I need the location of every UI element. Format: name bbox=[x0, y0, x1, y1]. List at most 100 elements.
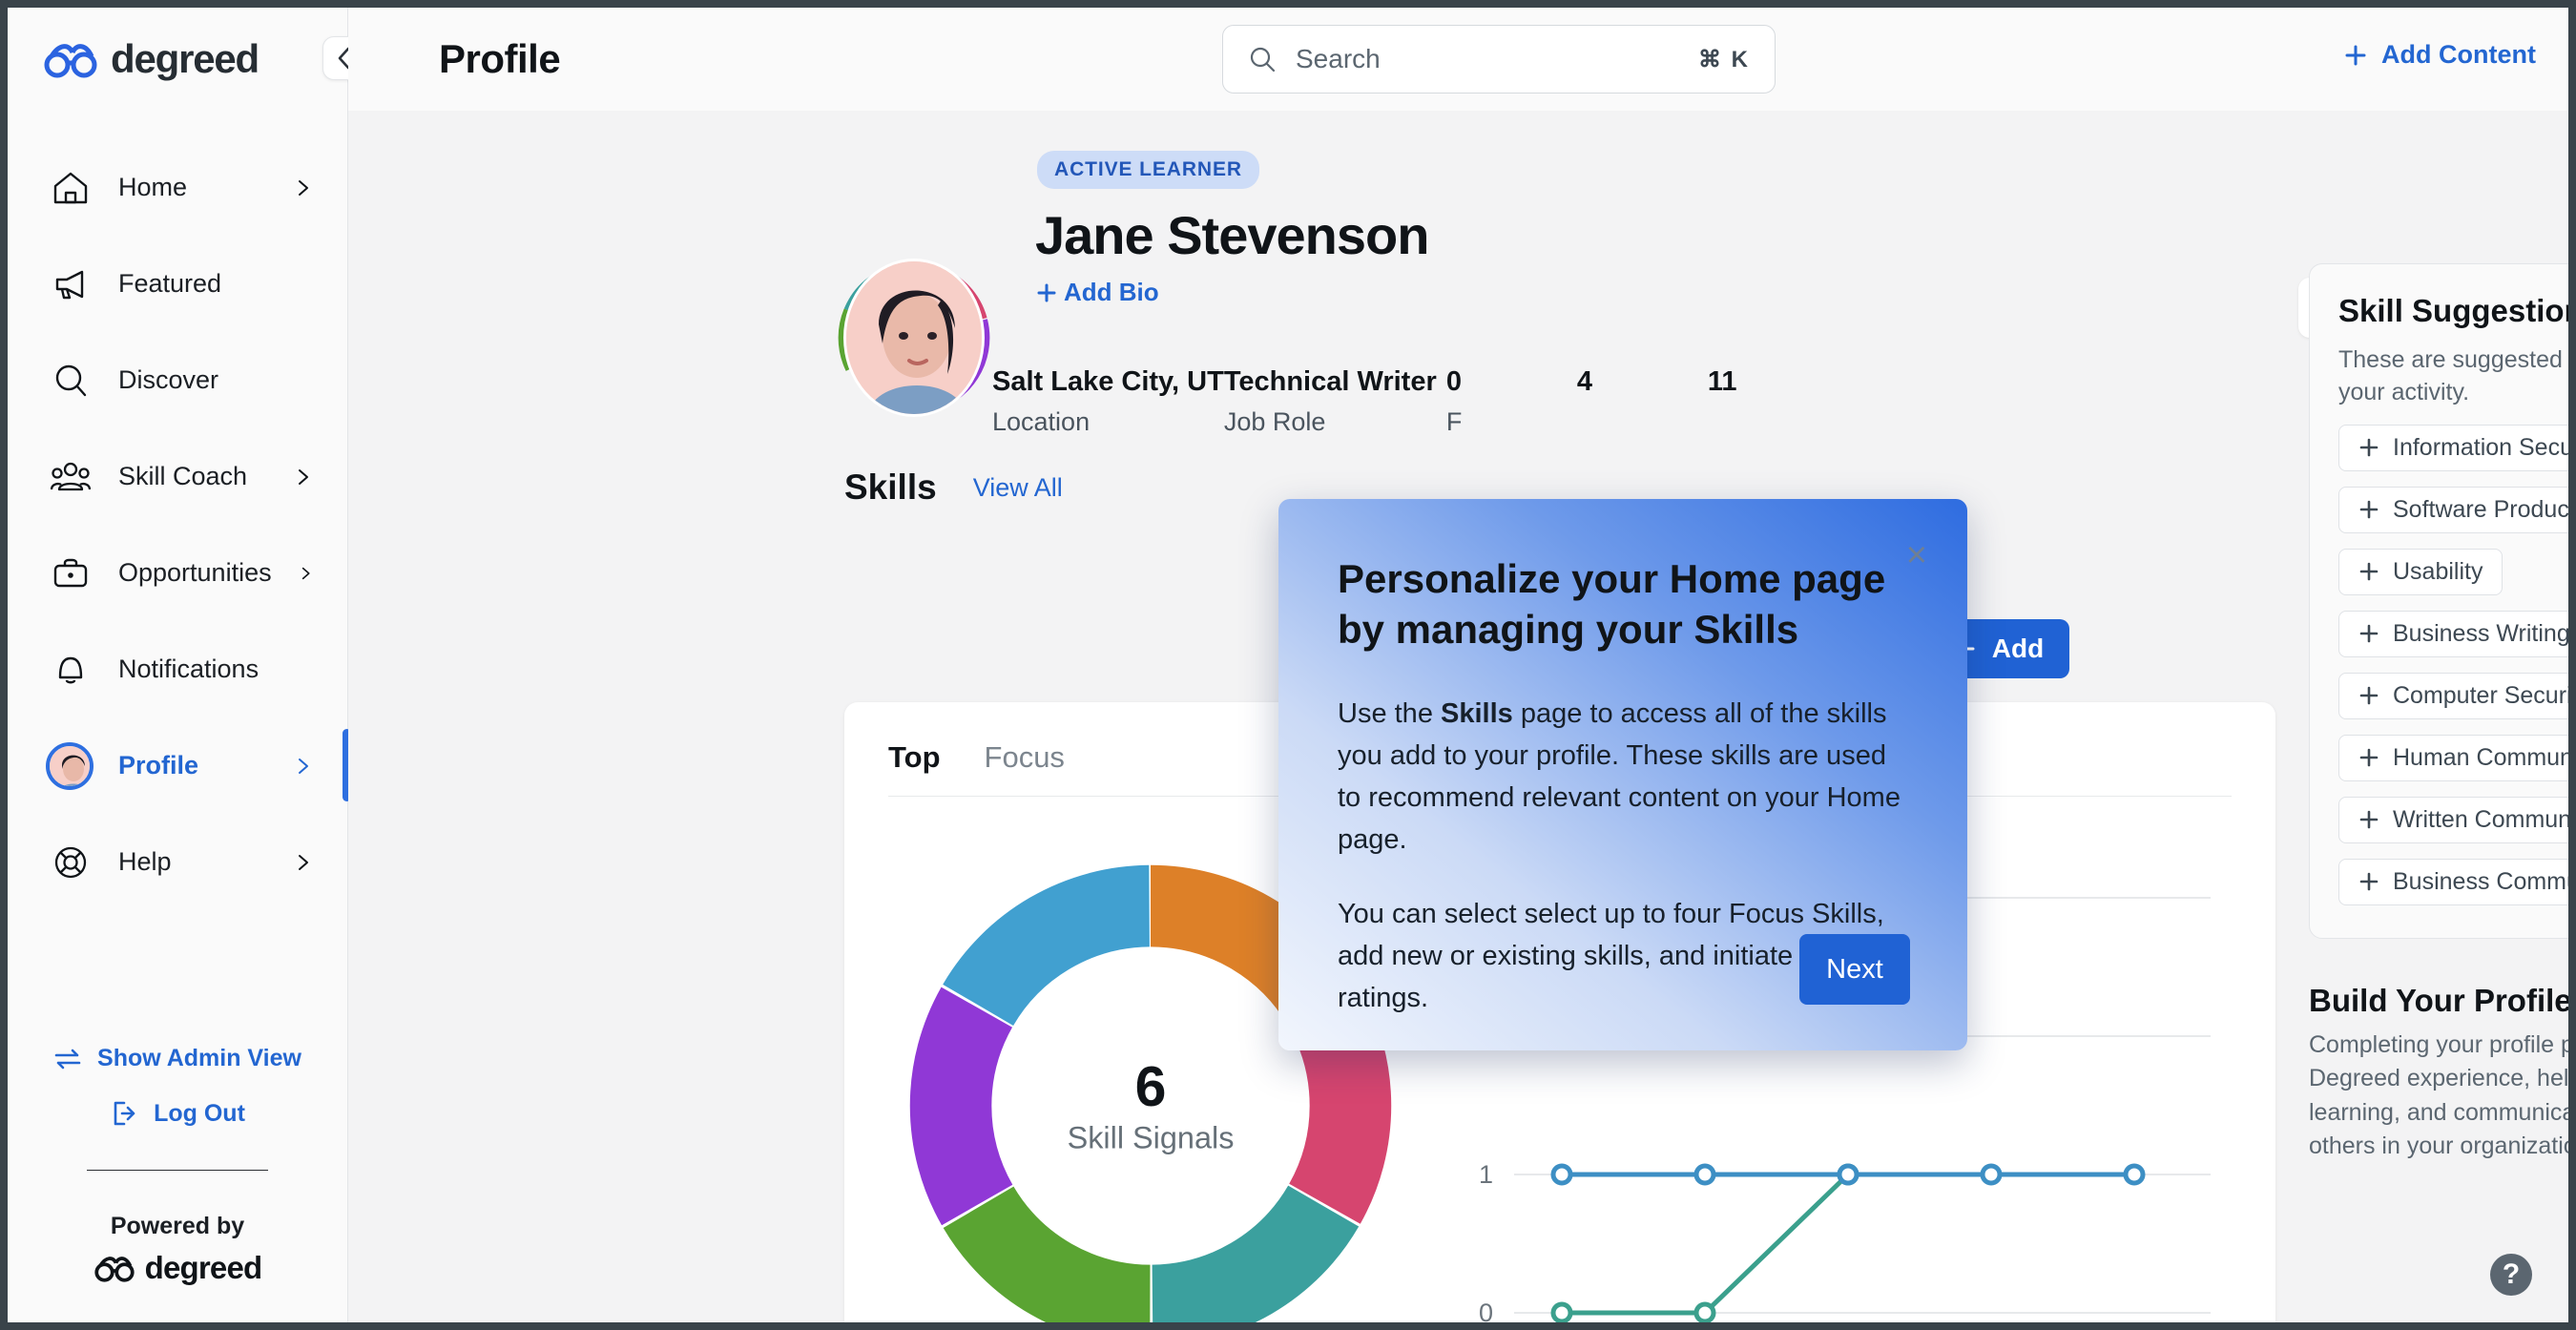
search-input[interactable]: Search ⌘ K bbox=[1222, 25, 1776, 94]
skill-chip-label: Business Writing bbox=[2393, 619, 2568, 647]
search-icon bbox=[50, 360, 92, 402]
search-icon bbox=[1250, 47, 1276, 73]
y-tick-1: 1 bbox=[1479, 1160, 1493, 1189]
chevron-right-icon bbox=[299, 179, 308, 196]
plus-icon bbox=[1037, 283, 1056, 301]
add-skill-label: Add bbox=[1991, 634, 2045, 663]
stat-3: 0 F bbox=[1446, 366, 1577, 437]
modal-paragraph-1: Use the Skills page to access all of the… bbox=[1338, 693, 1908, 861]
degreed-glasses-icon bbox=[93, 1257, 135, 1282]
skill-chip-usability[interactable]: Usability bbox=[2338, 548, 2503, 595]
right-rail: Skill Suggestions These are suggested fo… bbox=[2309, 263, 2568, 1164]
stat-value: Salt Lake City, UT bbox=[992, 366, 1224, 397]
degreed-glasses-icon bbox=[44, 44, 97, 78]
stat-label: F bbox=[1445, 407, 1463, 436]
plus-icon bbox=[2359, 872, 2379, 891]
next-button[interactable]: Next bbox=[1799, 934, 1910, 1005]
sidebar-item-label: Featured bbox=[118, 269, 222, 298]
skill-chip-software-product-management[interactable]: Software Product Management bbox=[2338, 486, 2568, 533]
sidebar-item-notifications[interactable]: Notifications bbox=[8, 621, 347, 717]
logout-icon bbox=[114, 1101, 135, 1126]
people-icon bbox=[50, 456, 92, 498]
lifebuoy-icon bbox=[50, 842, 92, 883]
profile-name: Jane Stevenson bbox=[1035, 205, 1429, 265]
sidebar-item-label: Discover bbox=[118, 365, 219, 394]
skill-suggestions-title: Skill Suggestions bbox=[2338, 293, 2568, 328]
sidebar-item-label: Skill Coach bbox=[118, 462, 248, 490]
add-content-button[interactable]: Add Content bbox=[2343, 40, 2536, 70]
show-admin-view-button[interactable]: Show Admin View bbox=[8, 1031, 347, 1086]
search-placeholder: Search bbox=[1296, 44, 1381, 73]
skill-chip-written-communication[interactable]: Written Communication bbox=[2338, 796, 2568, 843]
sidebar-item-profile[interactable]: Profile bbox=[8, 717, 351, 814]
skill-chip-human-communication[interactable]: Human Communication bbox=[2338, 734, 2568, 781]
tab-top[interactable]: Top bbox=[888, 740, 941, 796]
sidebar-item-opportunities[interactable]: Opportunities bbox=[8, 525, 347, 621]
skills-title: Skills bbox=[844, 468, 937, 507]
stat-label: Location bbox=[992, 407, 1091, 436]
sidebar-item-skill-coach[interactable]: Skill Coach bbox=[8, 428, 347, 525]
swap-arrows-icon bbox=[54, 1049, 81, 1069]
chevron-right-icon bbox=[301, 567, 310, 579]
sidebar-item-discover[interactable]: Discover bbox=[8, 332, 347, 428]
plus-icon bbox=[2359, 562, 2379, 581]
y-tick-0: 0 bbox=[1479, 1299, 1493, 1322]
plus-icon bbox=[2345, 45, 2366, 65]
stat-value: 0 bbox=[1445, 366, 1462, 397]
logout-label: Log Out bbox=[154, 1099, 245, 1127]
sidebar-item-featured[interactable]: Featured bbox=[8, 236, 347, 332]
stat-value: 11 bbox=[1707, 366, 1737, 397]
stat-location: Salt Lake City, UT Location bbox=[992, 366, 1224, 437]
add-bio-button[interactable]: Add Bio bbox=[1035, 278, 1197, 307]
sidebar-item-home[interactable]: Home bbox=[8, 139, 347, 236]
modal-p1-bold: Skills bbox=[1441, 698, 1513, 729]
stat-job-role: Technical Writer Job Role bbox=[1224, 366, 1446, 437]
logout-button[interactable]: Log Out bbox=[8, 1086, 347, 1141]
avatar bbox=[45, 741, 93, 790]
stat-value: Technical Writer bbox=[1223, 366, 1437, 397]
skill-chip-label: Human Communication bbox=[2393, 743, 2568, 771]
sidebar-footer: Show Admin View Log Out Powered by degre… bbox=[8, 1031, 347, 1322]
modal-p1-pre: Use the bbox=[1338, 698, 1441, 729]
skill-chip-business-communication[interactable]: Business Communication bbox=[2338, 858, 2568, 905]
build-your-profile-body: Completing your profile personalizes you… bbox=[2309, 1030, 2568, 1160]
skill-chip-computer-security[interactable]: Computer Security bbox=[2338, 672, 2568, 719]
skill-chip-label: Software Product Management bbox=[2393, 495, 2568, 523]
skills-view-all-link[interactable]: View All bbox=[973, 473, 1063, 503]
bell-icon bbox=[50, 649, 92, 691]
skill-chip-label: Usability bbox=[2393, 557, 2483, 585]
sidebar-item-label: Opportunities bbox=[118, 558, 272, 587]
powered-by-brand: degreed bbox=[144, 1250, 263, 1285]
home-icon bbox=[50, 167, 92, 209]
stat-label: Job Role bbox=[1223, 407, 1326, 436]
profile-avatar[interactable] bbox=[843, 259, 985, 417]
skill-chip-business-writing[interactable]: Business Writing bbox=[2338, 610, 2568, 657]
modal-title: Personalize your Home page by managing y… bbox=[1338, 556, 1886, 652]
show-admin-view-label: Show Admin View bbox=[97, 1045, 301, 1071]
stat-4: 4 bbox=[1577, 366, 1708, 437]
powered-by-label: Powered by bbox=[110, 1213, 245, 1239]
skill-chip-label: Business Communication bbox=[2393, 867, 2568, 895]
brand-logo-area[interactable]: degreed bbox=[8, 8, 366, 111]
donut-center-value: 6 bbox=[1135, 1055, 1167, 1118]
avatar-icon bbox=[45, 741, 93, 790]
sidebar-item-help[interactable]: Help bbox=[8, 814, 347, 910]
skill-chip-label: Information Security bbox=[2393, 433, 2568, 461]
search-shortcut-hint: ⌘ K bbox=[1698, 46, 1750, 73]
help-button[interactable]: ? bbox=[2490, 1254, 2532, 1296]
app-window: degreed Home Featured Discover Skill Coa… bbox=[8, 8, 2568, 1322]
add-content-label: Add Content bbox=[2381, 40, 2536, 69]
tab-focus[interactable]: Focus bbox=[985, 740, 1065, 796]
skill-suggestions-subtitle: These are suggested for you based on you… bbox=[2338, 346, 2568, 405]
sidebar-item-label: Help bbox=[118, 847, 172, 876]
chevron-right-icon bbox=[299, 854, 308, 870]
profile-header: ACTIVE LEARNER Jane Stevenson Add Bio Sa… bbox=[348, 111, 2568, 454]
close-icon[interactable]: × bbox=[1906, 537, 1927, 573]
topbar: Profile Search ⌘ K Add Content bbox=[348, 8, 2568, 111]
plus-icon bbox=[2359, 624, 2379, 643]
add-bio-label: Add Bio bbox=[1064, 278, 1159, 306]
chevron-right-icon bbox=[299, 758, 308, 774]
skill-chip-information-security[interactable]: Information Security bbox=[2338, 424, 2568, 471]
sidebar-nav: Home Featured Discover Skill Coach Oppor… bbox=[8, 139, 351, 910]
main-content: ACTIVE LEARNER Jane Stevenson Add Bio Sa… bbox=[348, 111, 2568, 1322]
